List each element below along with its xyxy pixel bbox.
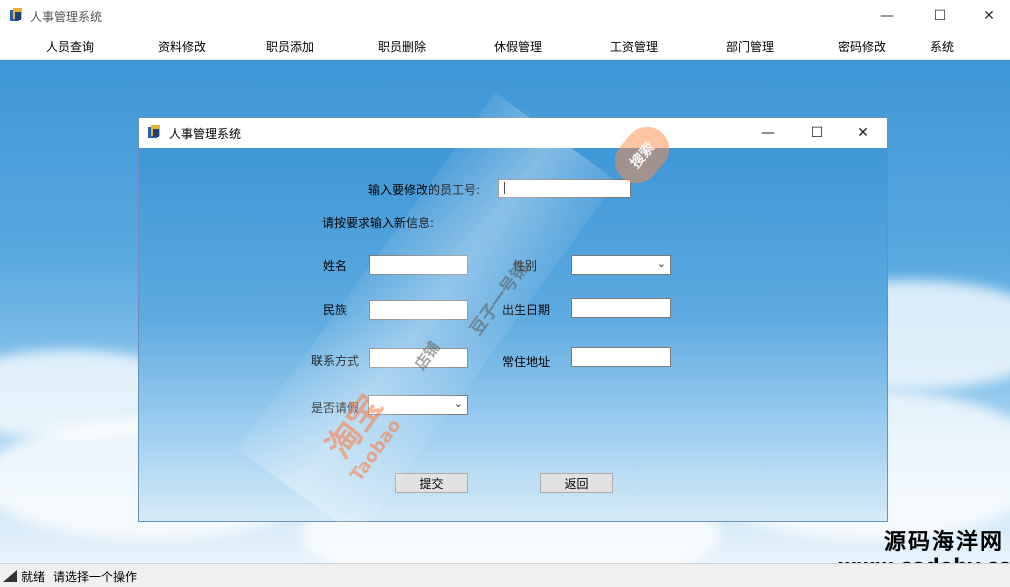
menu-item-edit[interactable]: 资料修改 xyxy=(158,38,206,55)
menu-item-password[interactable]: 密码修改 xyxy=(838,38,886,55)
menu-bar: 人员查询 资料修改 职员添加 职员删除 休假管理 工资管理 部门管理 密码修改 … xyxy=(0,31,1010,60)
birthdate-label: 出生日期 xyxy=(502,303,551,317)
dialog-titlebar: 人事管理系统 — ☐ ✕ xyxy=(139,118,887,147)
birthdate-input[interactable] xyxy=(571,298,671,318)
status-triangle-icon xyxy=(3,570,17,582)
status-bar: 就绪 请选择一个操作 xyxy=(0,563,1010,587)
contact-input[interactable] xyxy=(369,348,468,368)
dialog-app-icon xyxy=(148,125,160,138)
maximize-button[interactable]: ☐ xyxy=(917,0,963,31)
app-title: 人事管理系统 xyxy=(30,10,103,24)
dialog-close-button[interactable]: ✕ xyxy=(840,118,886,147)
gender-select[interactable]: ⌄ xyxy=(571,255,671,275)
leave-label: 是否请假 xyxy=(311,401,360,415)
address-label: 常住地址 xyxy=(502,355,551,369)
name-input[interactable] xyxy=(369,255,468,275)
dialog-title: 人事管理系统 xyxy=(169,127,242,141)
menu-item-add[interactable]: 职员添加 xyxy=(266,38,314,55)
ethnicity-label: 民族 xyxy=(323,303,348,317)
maximize-icon: ☐ xyxy=(933,7,947,24)
dialog-maximize-button[interactable]: ☐ xyxy=(794,118,840,147)
app-icon xyxy=(10,8,22,21)
dialog-minimize-button[interactable]: — xyxy=(745,118,791,147)
menu-item-system[interactable]: 系统 xyxy=(930,38,954,55)
employee-id-label: 输入要修改的员工号: xyxy=(368,183,481,197)
employee-id-input[interactable] xyxy=(498,179,631,198)
brand-cn: 源码海洋网 xyxy=(883,529,1004,555)
menu-item-query[interactable]: 人员查询 xyxy=(46,38,94,55)
minimize-button[interactable]: — xyxy=(864,0,910,31)
menu-item-department[interactable]: 部门管理 xyxy=(726,38,774,55)
instruction-text: 请按要求输入新信息: xyxy=(322,216,435,230)
minimize-icon: — xyxy=(880,7,894,24)
address-input[interactable] xyxy=(571,347,671,367)
status-hint: 请选择一个操作 xyxy=(53,570,138,584)
leave-select[interactable]: ⌄ xyxy=(368,395,468,415)
edit-dialog: 人事管理系统 — ☐ ✕ 输入要修改的员工号: 请按要求输入新信息: 姓名 性别… xyxy=(138,117,888,522)
close-icon: ✕ xyxy=(857,124,869,141)
menu-item-leave[interactable]: 休假管理 xyxy=(494,38,542,55)
close-button[interactable]: ✕ xyxy=(966,0,1010,31)
text-caret xyxy=(504,182,505,194)
back-button[interactable]: 返回 xyxy=(540,473,613,493)
submit-button[interactable]: 提交 xyxy=(395,473,468,493)
name-label: 姓名 xyxy=(323,259,348,273)
contact-label: 联系方式 xyxy=(311,354,360,368)
minimize-icon: — xyxy=(761,124,775,141)
menu-item-delete[interactable]: 职员删除 xyxy=(378,38,426,55)
status-ready: 就绪 xyxy=(21,570,46,584)
main-titlebar: 人事管理系统 — ☐ ✕ xyxy=(0,0,1010,31)
ethnicity-input[interactable] xyxy=(369,300,468,320)
chevron-down-icon: ⌄ xyxy=(656,257,666,270)
chevron-down-icon: ⌄ xyxy=(453,397,463,410)
menu-item-salary[interactable]: 工资管理 xyxy=(610,38,658,55)
gender-label: 性别 xyxy=(513,259,538,273)
maximize-icon: ☐ xyxy=(810,124,824,141)
close-icon: ✕ xyxy=(983,7,995,24)
dialog-body: 输入要修改的员工号: 请按要求输入新信息: 姓名 性别 ⌄ 民族 出生日期 联系… xyxy=(139,148,887,521)
